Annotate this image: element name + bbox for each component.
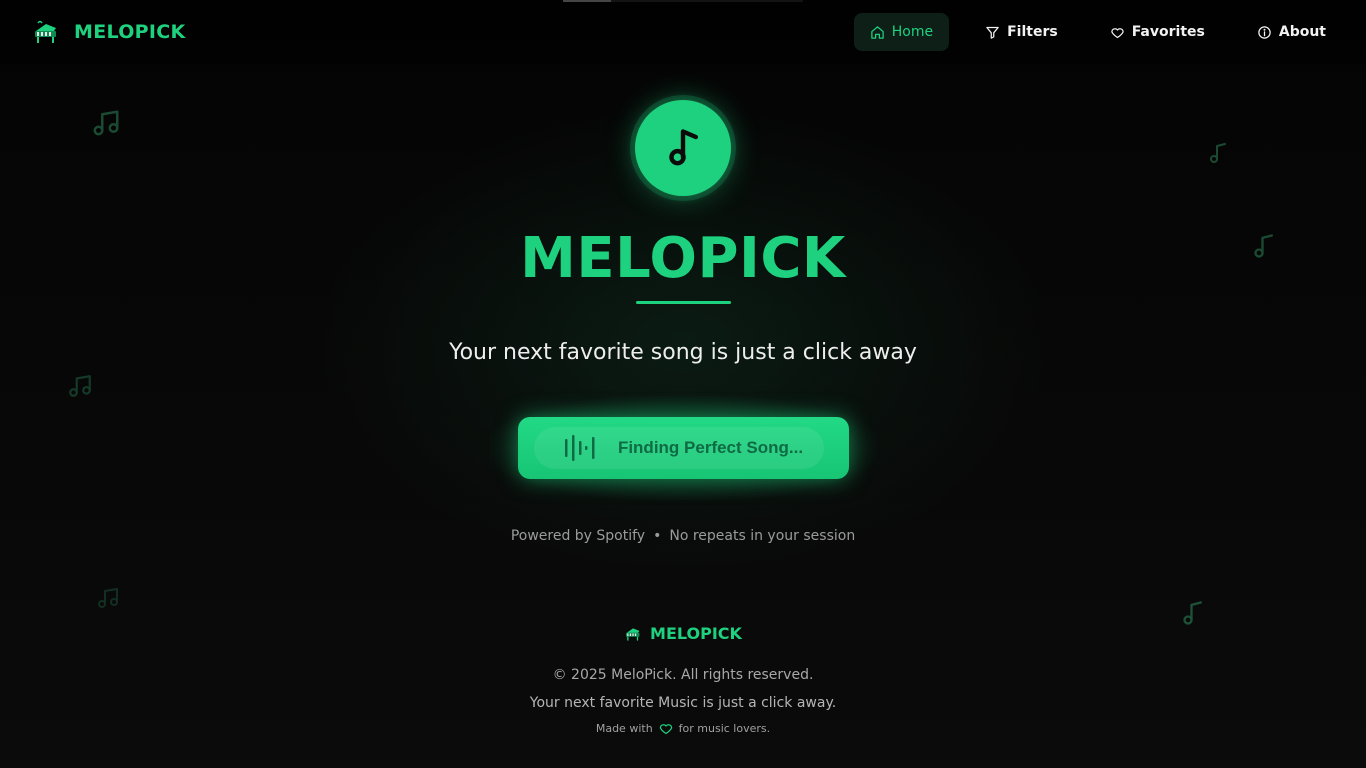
footer-copyright: © 2025 MeloPick. All rights reserved. [552,667,814,683]
nav-home-label: Home [891,24,934,40]
hero-title: MELOPICK [520,226,846,291]
info-icon [1258,25,1271,39]
nav-about[interactable]: About [1241,13,1342,51]
navbar: MELOPICK Home Filters Favorites About [0,0,1366,64]
made-with-prefix: Made with [595,722,653,735]
nav-filters-label: Filters [1007,24,1058,40]
hero-tagline: Your next favorite song is just a click … [449,340,917,365]
piano-logo-icon [625,628,640,641]
filter-icon [986,26,999,39]
floating-note-icon [1210,143,1226,163]
floating-notes-icon [98,588,118,608]
heart-icon [659,724,672,735]
page: MELOPICK Home Filters Favorites About ME… [0,0,1366,768]
powered-by-text: Powered by Spotify [510,528,646,544]
find-song-button[interactable]: Finding Perfect Song... [518,417,849,479]
meta-line: Powered by Spotify • No repeats in your se… [0,528,1366,544]
music-note-icon [669,129,699,166]
nav-favorites-label: Favorites [1131,24,1205,40]
nav-filters[interactable]: Filters [969,13,1074,51]
title-underline [636,301,731,304]
hero-icon-circle [635,100,731,196]
meta-separator: • [653,528,662,544]
find-song-button-label: Finding Perfect Song... [617,438,804,457]
floating-notes-icon [69,375,91,397]
nav-favorites[interactable]: Favorites [1094,13,1221,51]
no-repeats-text: No repeats in your session [669,528,856,544]
heart-icon [1110,27,1124,38]
footer-brand: MELOPICK [0,624,1366,643]
audio-wave-icon [564,435,595,461]
floating-notes-icon [93,110,119,136]
footer-made-with: Made with for music lovers. [0,721,1366,736]
nav-home[interactable]: Home [853,13,950,51]
piano-logo-icon [35,20,56,43]
footer-tagline: Your next favorite Music is just a click… [529,695,837,711]
nav-about-label: About [1278,24,1326,40]
made-with-suffix: for music lovers. [678,722,771,735]
nav-links: Home Filters Favorites About [840,13,1342,51]
hero-icon-glow [627,92,739,204]
home-icon [871,25,884,39]
footer-brand-name: MELOPICK [650,624,742,643]
brand-link[interactable]: MELOPICK [32,19,186,45]
brand-name: MELOPICK [74,21,186,43]
